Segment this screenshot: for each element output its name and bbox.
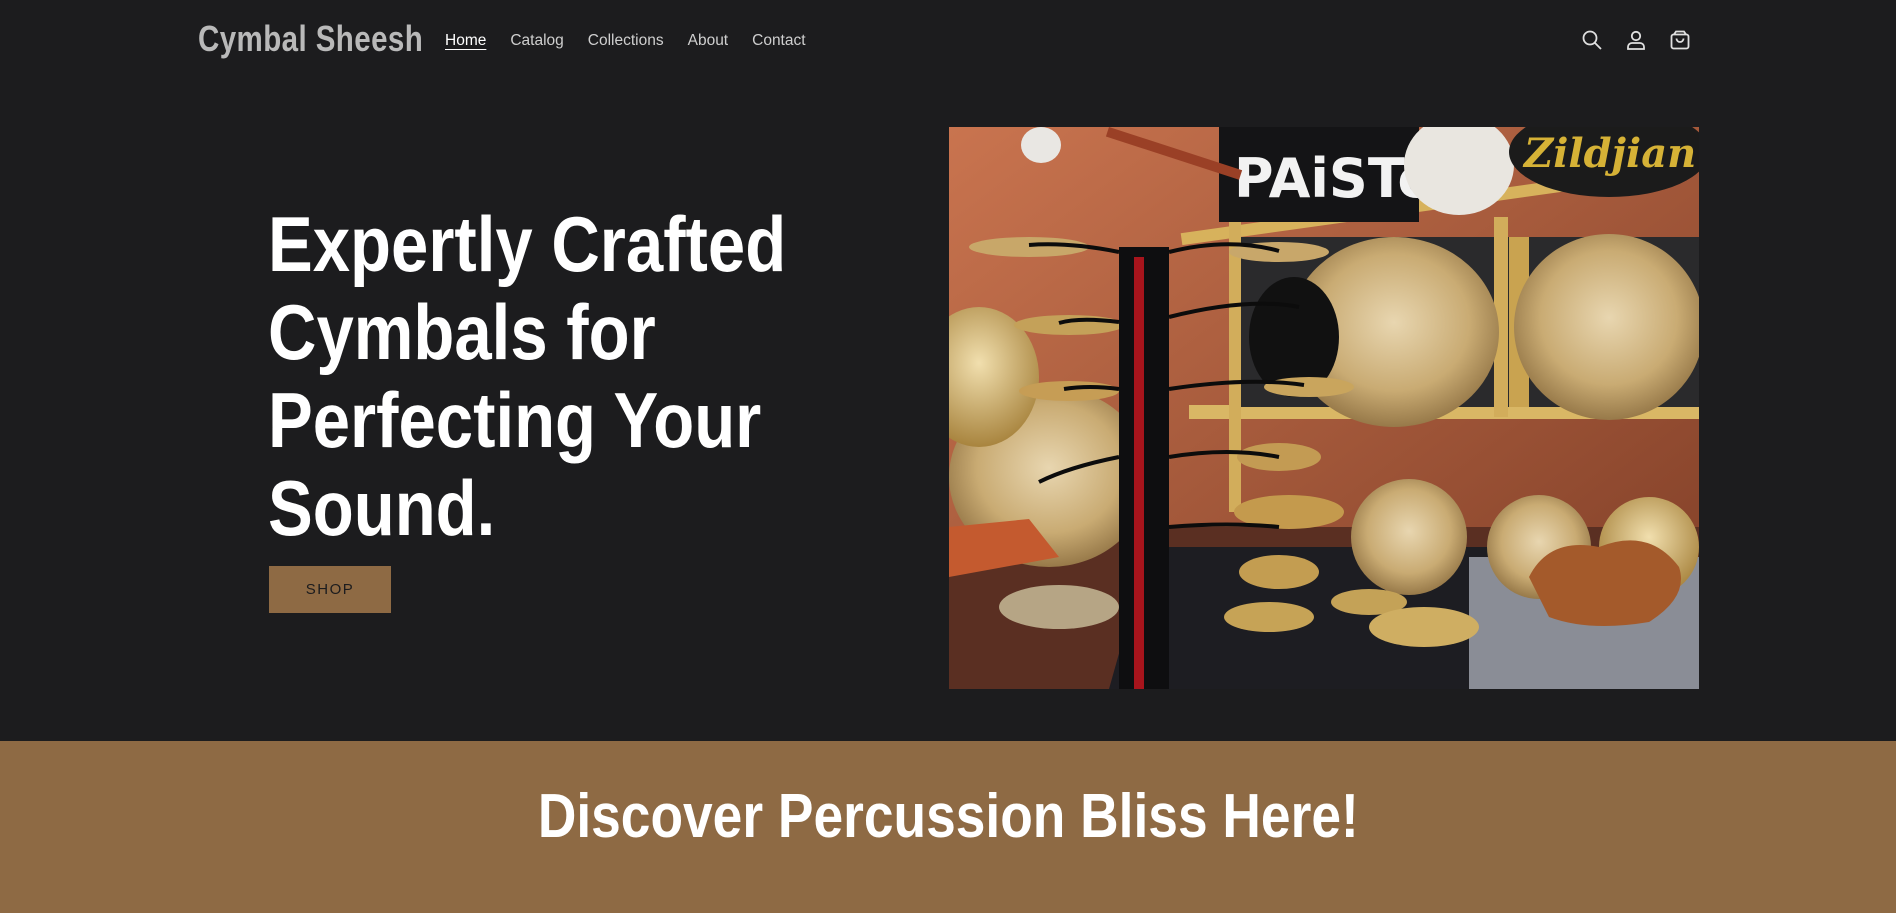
paiste-logo: PAiSTe [1234, 147, 1434, 210]
hero-text: Expertly Crafted Cymbals for Perfecting … [268, 200, 828, 552]
search-icon[interactable] [1580, 28, 1604, 52]
nav-catalog[interactable]: Catalog [510, 30, 563, 52]
hero-title: Expertly Crafted Cymbals for Perfecting … [268, 200, 787, 552]
header-icons [1580, 28, 1692, 52]
banner-title: Discover Percussion Bliss Here! [0, 781, 1896, 852]
hero-image: PAiSTe Zildjian [949, 127, 1699, 689]
nav-contact[interactable]: Contact [752, 30, 805, 52]
nav-home[interactable]: Home [445, 30, 486, 52]
nav-about[interactable]: About [688, 30, 729, 52]
nav-collections[interactable]: Collections [588, 30, 664, 52]
site-logo[interactable]: Cymbal Sheesh [198, 18, 423, 60]
banner-title-text: Discover Percussion Bliss Here! [537, 782, 1359, 851]
promo-banner: Discover Percussion Bliss Here! [0, 741, 1896, 913]
account-icon[interactable] [1624, 28, 1648, 52]
zildjian-logo: Zildjian [1522, 130, 1696, 177]
cymbal-showroom-photo: PAiSTe Zildjian [949, 127, 1699, 689]
cart-icon[interactable] [1668, 28, 1692, 52]
main-nav: Home Catalog Collections About Contact [445, 30, 830, 52]
shop-button[interactable]: SHOP [269, 566, 391, 613]
site-header: Cymbal Sheesh Home Catalog Collections A… [0, 0, 1896, 84]
